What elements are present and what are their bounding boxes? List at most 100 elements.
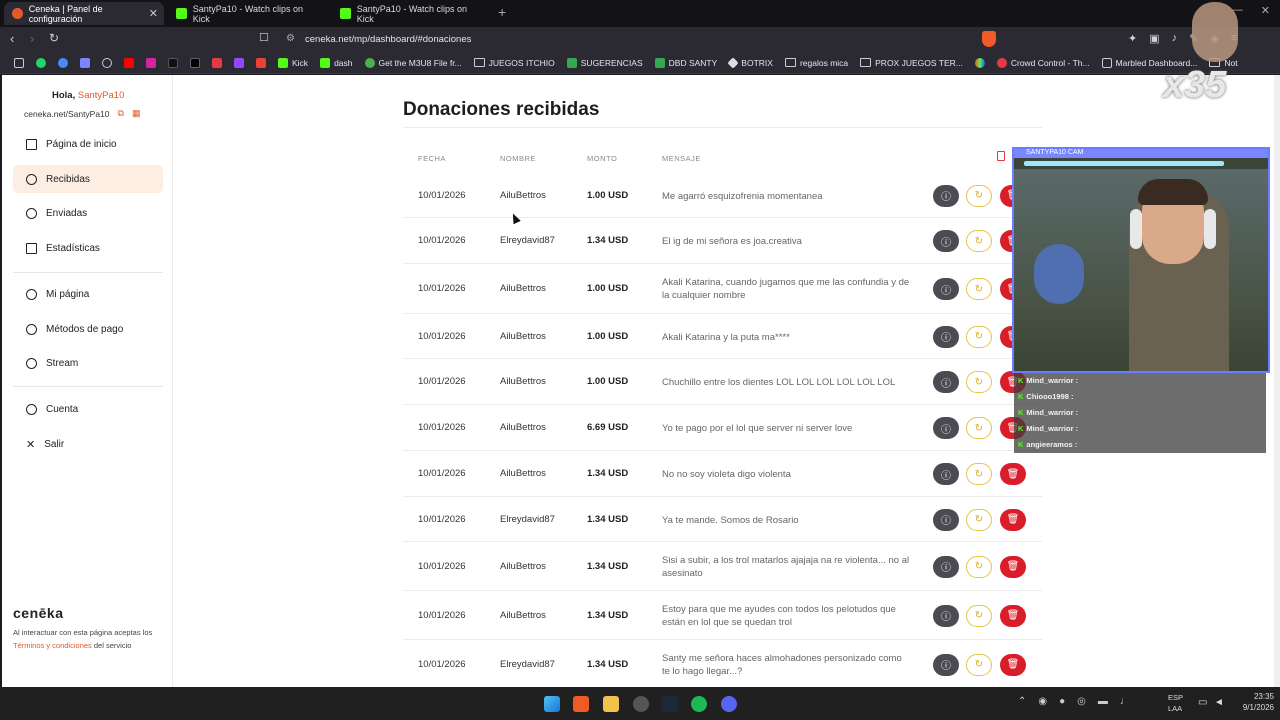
terms-link[interactable]: Términos y condiciones	[13, 641, 92, 650]
pdf-export-icon[interactable]	[997, 151, 1005, 161]
obs-icon[interactable]	[633, 696, 649, 712]
info-button[interactable]: ⓘ	[933, 463, 959, 485]
bookmark-regalos-mica[interactable]: regalos mica	[779, 58, 854, 68]
brave-icon[interactable]	[573, 696, 589, 712]
chevron-up-icon[interactable]: ⌃	[1018, 696, 1026, 707]
tab-kick-2[interactable]: SantyPa10 - Watch clips on Kick	[332, 2, 492, 25]
replay-button[interactable]: ↻	[966, 463, 992, 485]
reload-icon[interactable]: ↻	[49, 31, 59, 45]
back-icon[interactable]: ‹	[10, 31, 14, 46]
tab-ceneka[interactable]: Ceneka | Panel de configuración ✕	[4, 2, 164, 25]
bookmark-botrix[interactable]: BOTRIX	[723, 56, 779, 69]
scrollbar[interactable]	[1274, 75, 1280, 687]
replay-button[interactable]: ↻	[966, 230, 992, 252]
sidebar-item-stream[interactable]: Stream	[13, 349, 163, 377]
sidebar-item-recibidas[interactable]: Recibidas	[13, 165, 163, 193]
bookmark-dbd-santy[interactable]: DBD SANTY	[649, 57, 724, 68]
replay-button[interactable]: ↻	[966, 278, 992, 300]
bookmark-icon[interactable]	[206, 57, 228, 68]
info-button[interactable]: ⓘ	[933, 184, 959, 207]
tray-app-icon[interactable]: ◎	[1077, 696, 1086, 707]
info-button[interactable]: ⓘ	[933, 417, 959, 439]
apps-icon[interactable]	[8, 57, 30, 68]
bookmark-sugerencias[interactable]: SUGERENCIAS	[561, 57, 649, 68]
copy-icon[interactable]: ⧉	[118, 108, 124, 119]
steam-icon[interactable]	[662, 696, 678, 712]
info-button[interactable]: ⓘ	[933, 555, 959, 578]
replay-button[interactable]: ↻	[966, 325, 992, 348]
replay-button[interactable]: ↻	[966, 653, 992, 676]
sidebar-item-metodos-pago[interactable]: Métodos de pago	[13, 315, 163, 343]
sidebar-item-inicio[interactable]: Página de inicio	[13, 130, 163, 158]
bookmark-juegos-itchio[interactable]: JUEGOS ITCHIO	[468, 58, 561, 68]
brave-shield-icon[interactable]	[982, 31, 996, 47]
sidebar-item-enviadas[interactable]: Enviadas	[13, 199, 163, 227]
twitch-icon[interactable]	[228, 57, 250, 68]
delete-button[interactable]: 🗑	[1000, 463, 1026, 485]
replay-button[interactable]: ↻	[966, 508, 992, 531]
bookmark-dash[interactable]: dash	[314, 57, 358, 68]
discord-tray-icon[interactable]: ◉	[1038, 696, 1047, 707]
info-button[interactable]: ⓘ	[933, 278, 959, 300]
instagram-icon[interactable]	[140, 57, 162, 68]
chatgpt-icon[interactable]	[96, 57, 118, 68]
puzzle-icon[interactable]: ✦	[1128, 32, 1137, 45]
delete-button[interactable]: 🗑	[1000, 604, 1026, 627]
tiktok-icon[interactable]	[162, 57, 184, 68]
mic-icon[interactable]: ♩	[1120, 696, 1130, 707]
replay-button[interactable]: ↻	[966, 555, 992, 578]
info-button[interactable]: ⓘ	[933, 325, 959, 348]
qr-icon[interactable]: ▦	[132, 108, 141, 119]
delete-button[interactable]: 🗑	[1000, 653, 1026, 676]
delete-button[interactable]: 🗑	[1000, 508, 1026, 531]
chat-overlay: K Mind_warrior : K Chiooo1998 : K Mind_warr…	[1014, 373, 1266, 453]
sidebar-icon[interactable]: ▣	[1149, 32, 1159, 45]
info-button[interactable]: ⓘ	[933, 653, 959, 676]
bookmark-icon[interactable]	[969, 57, 991, 68]
discord-icon[interactable]	[721, 696, 737, 712]
replay-button[interactable]: ↻	[966, 417, 992, 439]
sidebar-item-estadisticas[interactable]: Estadísticas	[13, 234, 163, 262]
close-icon[interactable]: ✕	[149, 7, 158, 20]
volume-icon[interactable]: ◄	[1214, 697, 1224, 708]
replay-button[interactable]: ↻	[966, 184, 992, 207]
info-button[interactable]: ⓘ	[933, 508, 959, 531]
forward-icon[interactable]: ›	[30, 31, 34, 46]
whatsapp-icon[interactable]	[30, 57, 52, 68]
bookmark-kick[interactable]: Kick	[272, 57, 314, 68]
x-icon[interactable]	[184, 57, 206, 68]
clock[interactable]: 23:35 9/1/2026	[1243, 691, 1274, 713]
replay-button[interactable]: ↻	[966, 371, 992, 393]
bookmark-icon[interactable]	[52, 57, 74, 68]
delete-button[interactable]: 🗑	[1000, 555, 1026, 578]
bookmark-icon[interactable]	[74, 57, 96, 68]
new-tab-icon[interactable]: +	[498, 4, 506, 20]
site-info-icon[interactable]: ⚙	[286, 33, 295, 44]
bookmark-prox-juegos[interactable]: PROX JUEGOS TER...	[854, 58, 969, 68]
sidebar-item-mi-pagina[interactable]: Mi página	[13, 280, 163, 308]
info-button[interactable]: ⓘ	[933, 604, 959, 627]
tray-app-icon[interactable]: ▬	[1098, 696, 1108, 707]
spotify-tray-icon[interactable]: ●	[1059, 696, 1065, 707]
file-explorer-icon[interactable]	[603, 696, 619, 712]
bookmark-m3u8[interactable]: Get the M3U8 File fr...	[359, 57, 468, 68]
gmail-icon[interactable]	[250, 57, 272, 68]
music-icon[interactable]: ♪	[1172, 32, 1178, 45]
sidebar-item-cuenta[interactable]: Cuenta	[13, 395, 163, 423]
replay-button[interactable]: ↻	[966, 604, 992, 627]
address-bar[interactable]: ⚙ ceneka.net/mp/dashboard/#donaciones	[278, 30, 1003, 49]
close-window-icon[interactable]: ✕	[1261, 4, 1270, 17]
network-icon[interactable]: ▭	[1198, 697, 1207, 708]
url-text: ceneka.net/mp/dashboard/#donaciones	[305, 34, 472, 45]
bookmark-crowd-control[interactable]: Crowd Control - Th...	[991, 57, 1096, 68]
youtube-icon[interactable]	[118, 57, 140, 68]
tab-kick-1[interactable]: SantyPa10 - Watch clips on Kick	[168, 2, 328, 25]
sidebar-item-salir[interactable]: ✕ Salir	[13, 430, 163, 458]
info-button[interactable]: ⓘ	[933, 371, 959, 393]
cell-fecha: 10/01/2026	[418, 330, 466, 342]
language-indicator[interactable]: ESP LAA	[1168, 692, 1183, 714]
info-button[interactable]: ⓘ	[933, 230, 959, 252]
spotify-icon[interactable]	[691, 696, 707, 712]
windows-start-icon[interactable]	[544, 696, 560, 712]
bookmark-icon[interactable]: ☐	[259, 31, 269, 44]
